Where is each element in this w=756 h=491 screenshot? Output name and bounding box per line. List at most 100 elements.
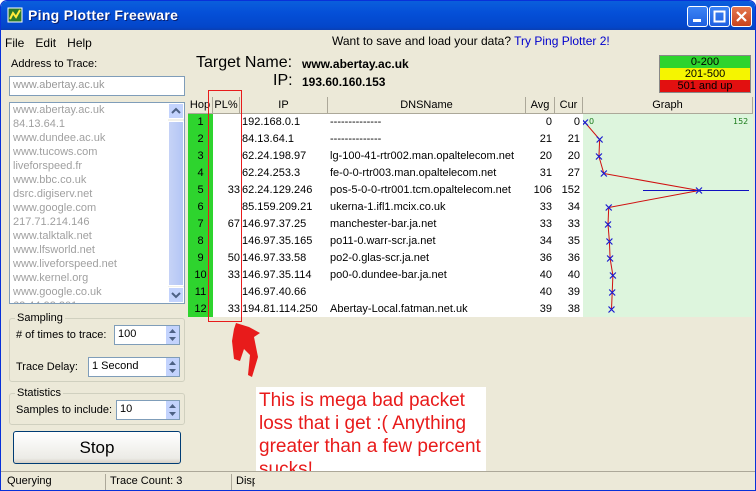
address-history-list[interactable]: www.abertay.ac.uk 84.13.64.1 www.dundee.ac… [9,102,185,304]
col-cur[interactable]: Cur [555,97,583,114]
history-item[interactable]: www.google.co.uk [10,285,184,299]
minimize-button[interactable] [687,6,708,27]
times-to-trace-value: 100 [118,328,137,340]
status-state: Querying [7,475,52,487]
minimize-icon [693,19,701,22]
history-item[interactable]: 84.13.64.1 [10,117,184,131]
history-item[interactable]: www.kernel.org [10,271,184,285]
cell-dns: po11-0.warr-scr.ja.net [330,235,436,247]
cell-cur: 36 [567,252,580,264]
spinner-arrows-icon [169,329,176,341]
history-scrollbar[interactable] [168,103,184,303]
col-avg[interactable]: Avg [526,97,555,114]
cell-dns: lg-100-41-rtr002.man.opaltelecom.net [330,150,515,162]
cell-ip: 146.97.37.25 [242,218,307,230]
cell-ip: 85.159.209.21 [242,201,313,213]
cell-avg: 40 [539,286,552,298]
maximize-button[interactable] [709,6,730,27]
history-item[interactable]: dsrc.digiserv.net [10,187,184,201]
cell-avg: 21 [539,133,552,145]
cell-cur: 21 [567,133,580,145]
chevron-up-icon [171,107,181,114]
title-bar[interactable]: Ping Plotter Freeware [1,1,755,30]
cell-avg: 40 [539,269,552,281]
history-item[interactable]: www.talktalk.net [10,229,184,243]
maximize-icon [713,10,726,23]
close-icon [736,11,747,22]
cell-dns: Abertay-Local.fatman.net.uk [330,303,468,315]
col-dns[interactable]: DNSName [328,97,526,114]
cell-ip: 146.97.35.165 [242,235,313,247]
spinner-arrows-icon [169,361,176,373]
history-item[interactable]: www.tucows.com [10,145,184,159]
menu-edit[interactable]: Edit [35,36,56,50]
close-button[interactable] [731,6,752,27]
cell-ip: 146.97.40.66 [242,286,307,298]
history-item[interactable]: www.bbc.co.uk [10,173,184,187]
trace-delay-select[interactable]: 1 Second [88,357,180,377]
samples-value: 10 [120,403,133,415]
history-item[interactable]: liveforspeed.fr [10,159,184,173]
latency-graph: 0 152 [583,117,749,313]
menu-help[interactable]: Help [67,36,92,50]
statistics-group: Statistics Samples to include: 10 [9,387,185,425]
times-to-trace-input[interactable]: 100 [114,325,180,345]
annotation-arrow-icon [232,323,260,377]
graph-max-label: 152 [733,117,748,126]
col-graph[interactable]: Graph [583,97,753,114]
status-bar: Querying Trace Count: 3 Display [1,471,755,490]
statistics-title: Statistics [15,387,64,399]
history-item[interactable]: 217.71.214.146 [10,215,184,229]
cell-cur: 27 [567,167,580,179]
history-item[interactable]: 62.44.93.201 [10,299,184,303]
samples-spinner[interactable] [165,401,179,419]
promo-text: Want to save and load your data? [332,34,512,48]
scroll-up-button[interactable] [168,103,184,119]
cell-avg: 36 [539,252,552,264]
cell-ip: 194.81.114.250 [242,303,318,315]
legend-low: 0-200 [660,56,750,68]
target-ip-value: 193.60.160.153 [302,75,386,89]
cell-avg: 0 [545,116,552,128]
times-to-trace-label: # of times to trace: [16,329,107,341]
trace-delay-spinner[interactable] [165,358,179,376]
stop-button[interactable]: Stop [13,431,181,464]
annotation-highlight-box [208,90,242,322]
times-spinner[interactable] [165,326,179,344]
latency-legend: 0-200 201-500 501 and up [659,55,751,93]
cell-dns: -------------- [330,133,382,145]
history-item[interactable]: www.lfsworld.net [10,243,184,257]
menu-file[interactable]: File [5,36,24,50]
chevron-down-icon [171,292,181,299]
cell-cur: 34 [567,201,580,213]
window-title: Ping Plotter Freeware [28,7,179,23]
cell-ip: 192.168.0.1 [242,116,301,128]
history-item[interactable]: www.liveforspeed.net [10,257,184,271]
scroll-thumb[interactable] [168,121,184,286]
cell-avg: 20 [539,150,552,162]
trace-grid[interactable]: Hop PL% IP DNSName Avg Cur Graph 1 192.16… [188,97,753,318]
promo-link[interactable]: Try Ping Plotter 2! [514,34,610,48]
history-item[interactable]: www.dundee.ac.uk [10,131,184,145]
cell-dns: po2-0.glas-scr.ja.net [330,252,430,264]
target-ip-label: IP: [273,72,293,89]
cell-ip: 62.24.198.97 [242,150,307,162]
cell-ip: 146.97.33.58 [242,252,307,264]
legend-high: 501 and up [660,80,750,92]
address-input[interactable]: www.abertay.ac.uk [9,76,185,96]
target-name-value: www.abertay.ac.uk [302,57,409,71]
scroll-down-button[interactable] [168,287,184,303]
samples-input[interactable]: 10 [116,400,180,420]
col-ip[interactable]: IP [240,97,328,114]
graph-min-label: 0 [589,117,594,126]
legend-mid: 201-500 [660,68,750,80]
cell-dns: pos-5-0-0-rtr001.tcm.opaltelecom.net [330,184,511,196]
history-item[interactable]: www.google.com [10,201,184,215]
cell-avg: 39 [539,303,552,315]
history-item[interactable]: www.abertay.ac.uk [10,103,184,117]
annotation-text: This is mega bad packet loss that i get … [256,387,486,483]
cell-ip: 62.24.129.246 [242,184,313,196]
cell-avg: 34 [539,235,552,247]
cell-ip: 84.13.64.1 [242,133,294,145]
sampling-group: Sampling # of times to trace: 100 Trace … [9,312,185,382]
